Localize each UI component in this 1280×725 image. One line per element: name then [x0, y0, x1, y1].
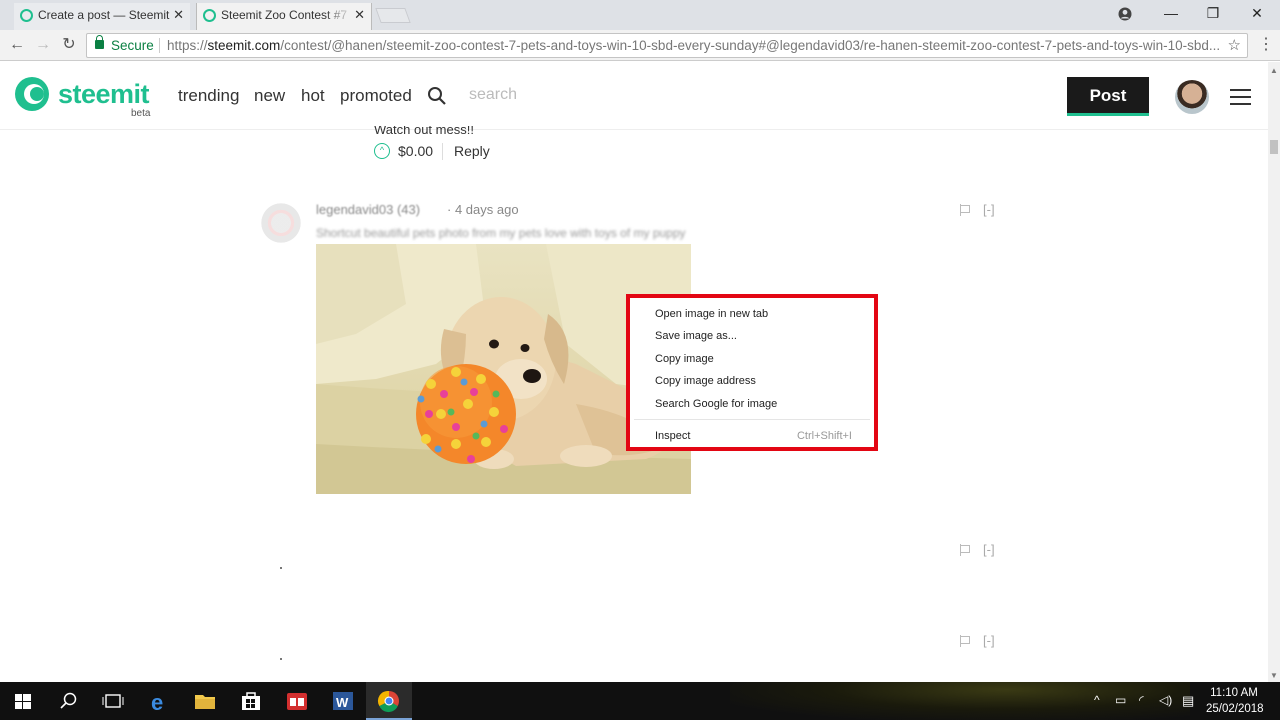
battery-icon[interactable]: ▭ — [1115, 693, 1126, 707]
page-scrollbar[interactable]: ▲ ▼ — [1268, 62, 1280, 682]
post-button[interactable]: Post — [1067, 77, 1149, 116]
nav-trending[interactable]: trending — [178, 86, 239, 106]
reader-app-icon[interactable] — [274, 682, 320, 720]
search-icon[interactable] — [46, 682, 92, 720]
browser-toolbar: ← → ↻ Secure https://steemit.com/contest… — [0, 30, 1280, 61]
comment-author[interactable]: legendavid03 (43) — [316, 202, 420, 217]
steemit-favicon-icon — [203, 9, 216, 22]
nav-promoted[interactable]: promoted — [340, 86, 412, 106]
payout-value[interactable]: $0.00 — [398, 143, 433, 159]
flag-icon[interactable] — [960, 544, 972, 556]
secure-label: Secure — [111, 38, 154, 53]
image-context-menu: Open image in new tab Save image as... C… — [626, 294, 878, 451]
close-window-button[interactable]: ✕ — [1234, 0, 1280, 28]
steemit-favicon-icon — [20, 9, 33, 22]
menu-separator — [634, 419, 870, 420]
task-view-icon[interactable] — [90, 682, 136, 720]
browser-tab-strip: Create a post — Steemit ✕ Steemit Zoo Co… — [0, 0, 1280, 30]
svg-text:e: e — [151, 690, 163, 715]
scroll-up-icon[interactable]: ▲ — [1270, 66, 1278, 75]
collapse-toggle[interactable]: [-] — [983, 542, 995, 557]
steemit-logo-icon[interactable] — [14, 76, 50, 112]
comment-body-text: Shortcut beautiful pets photo from my pe… — [316, 226, 686, 240]
beta-label: beta — [131, 108, 151, 119]
tab-create-post[interactable]: Create a post — Steemit ✕ — [14, 3, 190, 30]
minimize-button[interactable]: — — [1148, 0, 1194, 28]
address-bar[interactable]: Secure https://steemit.com/contest/@hane… — [86, 33, 1248, 58]
lock-icon — [95, 35, 104, 49]
wifi-icon[interactable]: ◜ — [1139, 693, 1144, 707]
nav-hot[interactable]: hot — [301, 86, 325, 106]
chrome-icon[interactable] — [366, 682, 412, 720]
brand-name[interactable]: steemit — [58, 79, 150, 110]
flag-icon[interactable] — [960, 204, 972, 216]
edge-browser-icon[interactable]: e — [137, 682, 183, 720]
site-header: steemit beta trending new hot promoted s… — [0, 62, 1268, 130]
menu-open-image-new-tab[interactable]: Open image in new tab — [655, 308, 768, 320]
show-hidden-icons-chevron[interactable]: ^ — [1094, 693, 1100, 707]
volume-icon[interactable]: ◁) — [1159, 693, 1172, 707]
menu-copy-image-address[interactable]: Copy image address — [655, 375, 756, 387]
collapse-toggle[interactable]: [-] — [983, 202, 995, 217]
profile-icon[interactable] — [1102, 0, 1148, 28]
scrollbar-thumb[interactable] — [1270, 140, 1278, 154]
close-tab-icon[interactable]: ✕ — [173, 3, 184, 27]
nav-new[interactable]: new — [254, 86, 285, 106]
windows-start-icon[interactable] — [0, 682, 46, 720]
menu-copy-image[interactable]: Copy image — [655, 353, 714, 365]
restore-button[interactable]: ❐ — [1190, 0, 1236, 28]
collapse-toggle[interactable]: [-] — [983, 633, 995, 648]
browser-menu-icon[interactable]: ⋮ — [1258, 35, 1274, 55]
search-input[interactable]: search — [469, 86, 517, 104]
svg-text:W: W — [336, 695, 349, 710]
windows-taskbar: e W ^ ▭ ◜ ◁) ▤ 11:10 AM 25/02/2018 — [0, 682, 1280, 720]
upvote-icon[interactable]: ^ — [374, 143, 390, 159]
forward-arrow-icon[interactable]: → — [32, 34, 54, 56]
hamburger-menu-icon[interactable] — [1230, 89, 1251, 105]
flag-icon[interactable] — [960, 635, 972, 647]
comment-author-avatar[interactable] — [258, 200, 304, 246]
notifications-icon[interactable]: ▤ — [1182, 693, 1194, 709]
search-icon[interactable] — [427, 86, 447, 106]
bookmark-star-icon[interactable]: ☆ — [1228, 34, 1241, 57]
back-arrow-icon[interactable]: ← — [6, 34, 28, 56]
store-icon[interactable] — [228, 682, 274, 720]
reload-icon[interactable]: ↻ — [58, 34, 80, 56]
reply-link[interactable]: Reply — [454, 143, 490, 159]
tab-zoo-contest[interactable]: Steemit Zoo Contest #7 ✕ — [196, 3, 372, 30]
inspect-shortcut: Ctrl+Shift+I — [796, 430, 852, 442]
word-icon[interactable]: W — [320, 682, 366, 720]
comment-timestamp[interactable]: · 4 days ago — [447, 202, 519, 217]
clock-time: 11:10 AM — [1210, 687, 1258, 699]
file-explorer-icon[interactable] — [182, 682, 228, 720]
url-text[interactable]: https://steemit.com/contest/@hanen/steem… — [167, 34, 1220, 57]
system-clock[interactable]: 11:10 AM 25/02/2018 — [1206, 685, 1264, 717]
menu-inspect[interactable]: Inspect — [655, 430, 690, 442]
avatar[interactable] — [1175, 80, 1209, 114]
menu-search-google-for-image[interactable]: Search Google for image — [655, 398, 777, 410]
close-tab-icon[interactable]: ✕ — [354, 3, 365, 27]
menu-save-image-as[interactable]: Save image as... — [655, 330, 737, 342]
clock-date: 25/02/2018 — [1206, 703, 1264, 715]
new-tab-button[interactable] — [375, 8, 411, 23]
scroll-down-icon[interactable]: ▼ — [1270, 671, 1278, 680]
tab-title: Create a post — Steemit — [38, 8, 170, 22]
